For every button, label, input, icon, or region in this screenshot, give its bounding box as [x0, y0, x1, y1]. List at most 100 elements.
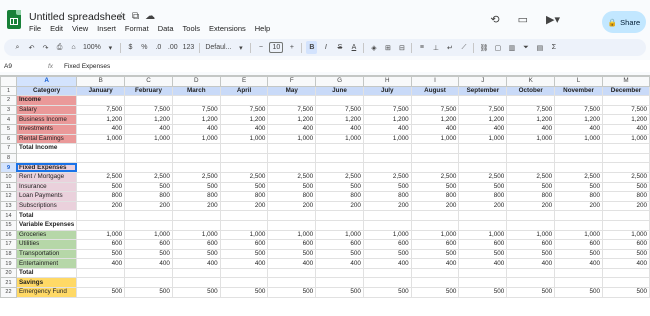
cell[interactable]: 2,500 — [410, 171, 460, 183]
cell[interactable]: 500 — [410, 287, 460, 298]
row-header[interactable]: 9 — [0, 162, 17, 173]
row-header[interactable]: 4 — [0, 114, 17, 125]
cell[interactable] — [506, 219, 556, 231]
cell[interactable]: 7,500 — [219, 104, 269, 116]
cell[interactable] — [315, 152, 364, 164]
formula-input[interactable]: Fixed Expenses — [64, 63, 110, 70]
cell[interactable]: 400 — [219, 258, 269, 269]
column-header-k[interactable]: K — [506, 76, 556, 87]
cell[interactable] — [554, 219, 603, 231]
cell[interactable]: Total — [15, 210, 78, 221]
cell[interactable] — [410, 219, 460, 231]
cell[interactable]: 1,000 — [458, 133, 508, 145]
menu-item-view[interactable]: View — [72, 24, 88, 33]
cell[interactable] — [506, 162, 556, 173]
cell[interactable]: 1,000 — [554, 229, 603, 241]
cell[interactable]: 500 — [362, 287, 412, 298]
cell[interactable]: 500 — [506, 248, 556, 260]
cell[interactable]: 2,500 — [267, 171, 317, 183]
cell[interactable]: 500 — [506, 181, 556, 193]
cell[interactable] — [76, 143, 126, 154]
paint-format-icon[interactable]: ⌂ — [68, 41, 79, 54]
cell[interactable]: 500 — [554, 181, 603, 193]
font-size-increase-button[interactable]: + — [286, 41, 297, 54]
cell[interactable]: Business Income — [15, 114, 78, 125]
cell[interactable]: Emergency Fund — [15, 287, 78, 298]
cell[interactable] — [171, 210, 221, 221]
row-header[interactable]: 1 — [0, 85, 17, 97]
cell[interactable]: Savings — [15, 277, 78, 289]
cell[interactable] — [362, 162, 412, 173]
name-box[interactable]: A9 — [0, 63, 48, 70]
cell[interactable]: 400 — [76, 258, 126, 269]
cell[interactable]: 7,500 — [458, 104, 508, 116]
share-button[interactable]: 🔒 Share — [602, 11, 646, 33]
cell[interactable]: 1,000 — [458, 229, 508, 241]
cell[interactable] — [15, 152, 78, 164]
column-header-j[interactable]: J — [458, 76, 508, 87]
row-header[interactable]: 7 — [0, 143, 17, 154]
cell[interactable] — [554, 267, 603, 279]
cell[interactable]: 200 — [219, 200, 269, 212]
cell[interactable]: 400 — [267, 123, 317, 135]
cell[interactable] — [458, 143, 508, 154]
cell[interactable] — [267, 210, 317, 221]
cell[interactable] — [602, 210, 650, 221]
cell[interactable] — [267, 267, 317, 279]
column-header-h[interactable]: H — [362, 76, 412, 87]
cell[interactable]: 1,000 — [410, 229, 460, 241]
cell[interactable] — [410, 210, 460, 221]
cell[interactable]: 400 — [124, 258, 173, 269]
cell[interactable]: 2,500 — [219, 171, 269, 183]
column-header-d[interactable]: D — [171, 76, 221, 87]
cell[interactable] — [171, 152, 221, 164]
cell[interactable]: 7,500 — [602, 104, 650, 116]
cell[interactable]: 800 — [506, 191, 556, 202]
cell[interactable]: 600 — [219, 239, 269, 250]
cell[interactable]: 400 — [602, 258, 650, 269]
cell[interactable]: 1,000 — [554, 133, 603, 145]
cell[interactable] — [602, 277, 650, 289]
cell[interactable]: 400 — [315, 123, 364, 135]
cell[interactable]: 500 — [458, 248, 508, 260]
cell[interactable] — [171, 219, 221, 231]
cell[interactable]: 7,500 — [124, 104, 173, 116]
row-header[interactable]: 20 — [0, 267, 17, 279]
menu-item-help[interactable]: Help — [255, 24, 270, 33]
insert-link-icon[interactable]: ⛓ — [478, 41, 489, 54]
cell[interactable]: Total — [15, 267, 78, 279]
row-header[interactable]: 15 — [0, 219, 17, 231]
cell[interactable]: 2,500 — [362, 171, 412, 183]
cell[interactable] — [219, 152, 269, 164]
cell[interactable]: 1,000 — [267, 133, 317, 145]
column-header-i[interactable]: I — [410, 76, 460, 87]
cell[interactable] — [410, 162, 460, 173]
cell[interactable]: 1,000 — [171, 229, 221, 241]
cell[interactable]: 200 — [410, 200, 460, 212]
cell[interactable]: Groceries — [15, 229, 78, 241]
menu-item-extensions[interactable]: Extensions — [209, 24, 246, 33]
zoom-select[interactable]: 100% — [82, 41, 102, 54]
cell[interactable]: 400 — [124, 123, 173, 135]
cell[interactable]: 500 — [458, 287, 508, 298]
cell[interactable]: 500 — [602, 287, 650, 298]
row-header[interactable]: 14 — [0, 210, 17, 221]
cell[interactable] — [554, 277, 603, 289]
cell[interactable]: 500 — [554, 248, 603, 260]
column-header-l[interactable]: L — [554, 76, 603, 87]
cell[interactable] — [362, 267, 412, 279]
cell[interactable] — [362, 95, 412, 106]
cell[interactable]: 1,000 — [362, 133, 412, 145]
cell[interactable] — [76, 267, 126, 279]
insert-comment-icon[interactable]: ▢ — [492, 41, 503, 54]
cell[interactable] — [315, 95, 364, 106]
cell[interactable]: 400 — [554, 258, 603, 269]
cell[interactable]: 1,000 — [124, 229, 173, 241]
cell[interactable]: 2,500 — [458, 171, 508, 183]
row-header[interactable]: 12 — [0, 191, 17, 202]
cell[interactable] — [124, 143, 173, 154]
cell[interactable] — [602, 95, 650, 106]
cell[interactable]: 400 — [219, 123, 269, 135]
cell[interactable]: 600 — [506, 239, 556, 250]
menu-item-edit[interactable]: Edit — [50, 24, 63, 33]
